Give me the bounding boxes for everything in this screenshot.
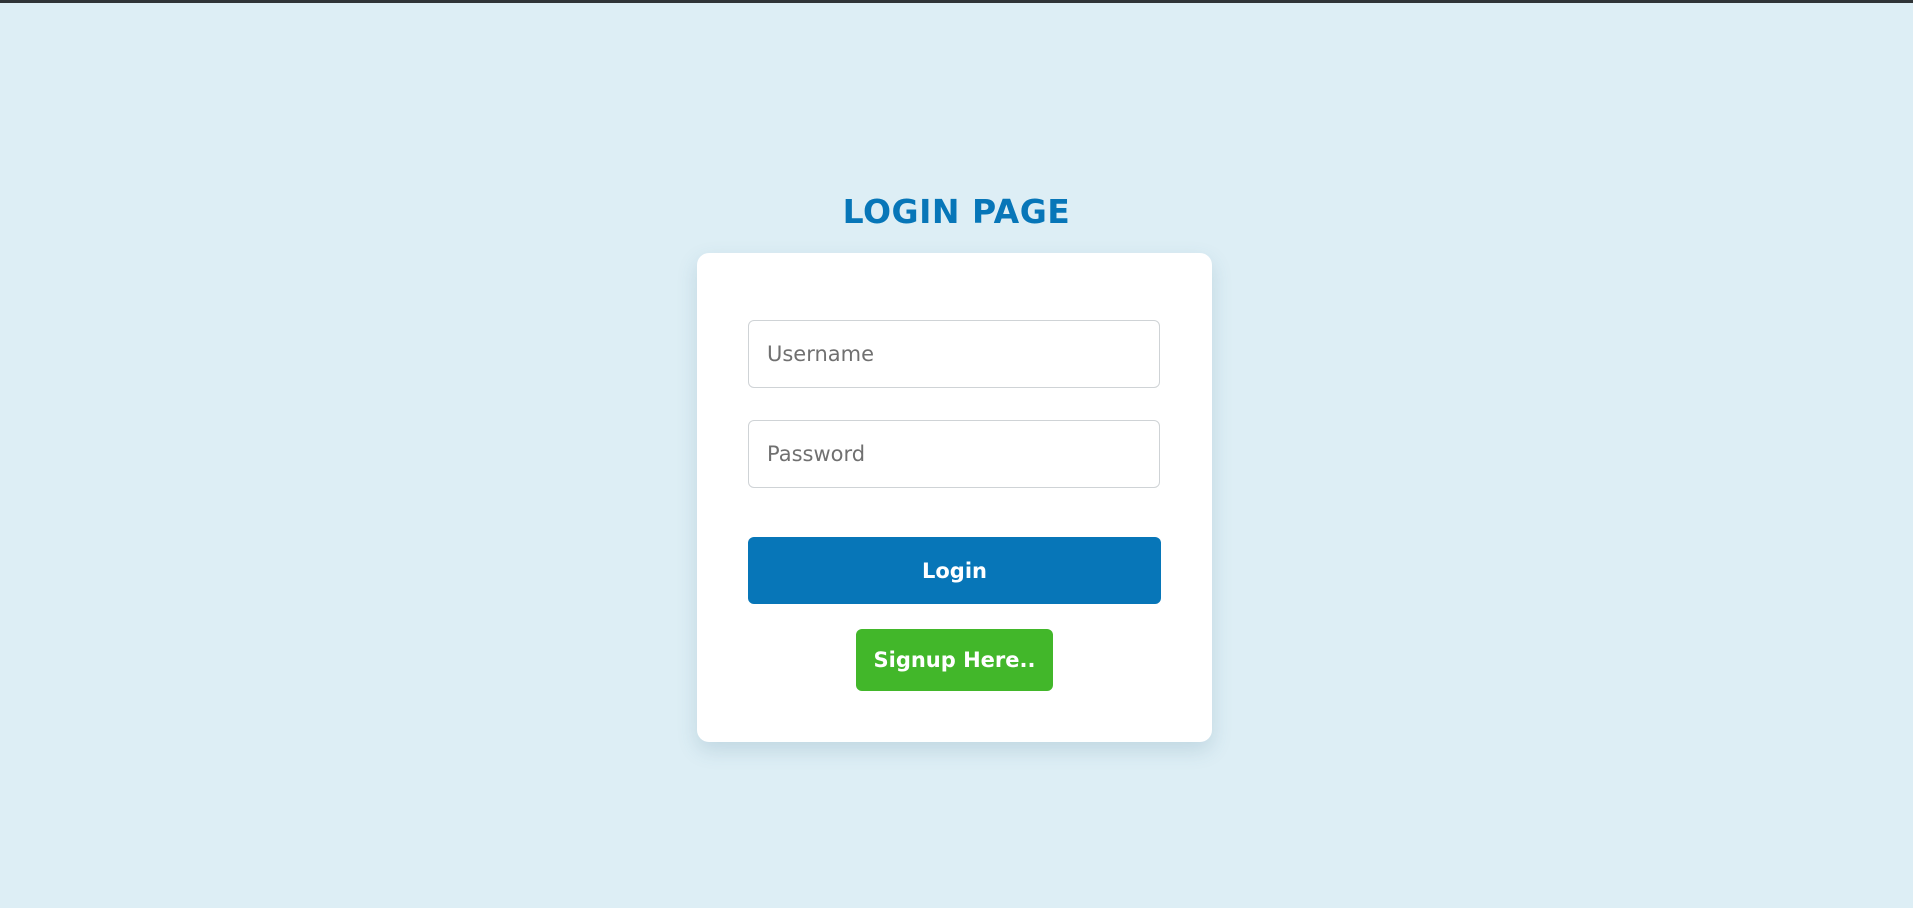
login-card: Login Signup Here.. [697,253,1212,742]
top-border [0,0,1913,3]
password-field[interactable] [748,420,1160,488]
signup-button[interactable]: Signup Here.. [856,629,1053,691]
page-title: LOGIN PAGE [842,192,1071,231]
username-field[interactable] [748,320,1160,388]
login-button[interactable]: Login [748,537,1161,604]
